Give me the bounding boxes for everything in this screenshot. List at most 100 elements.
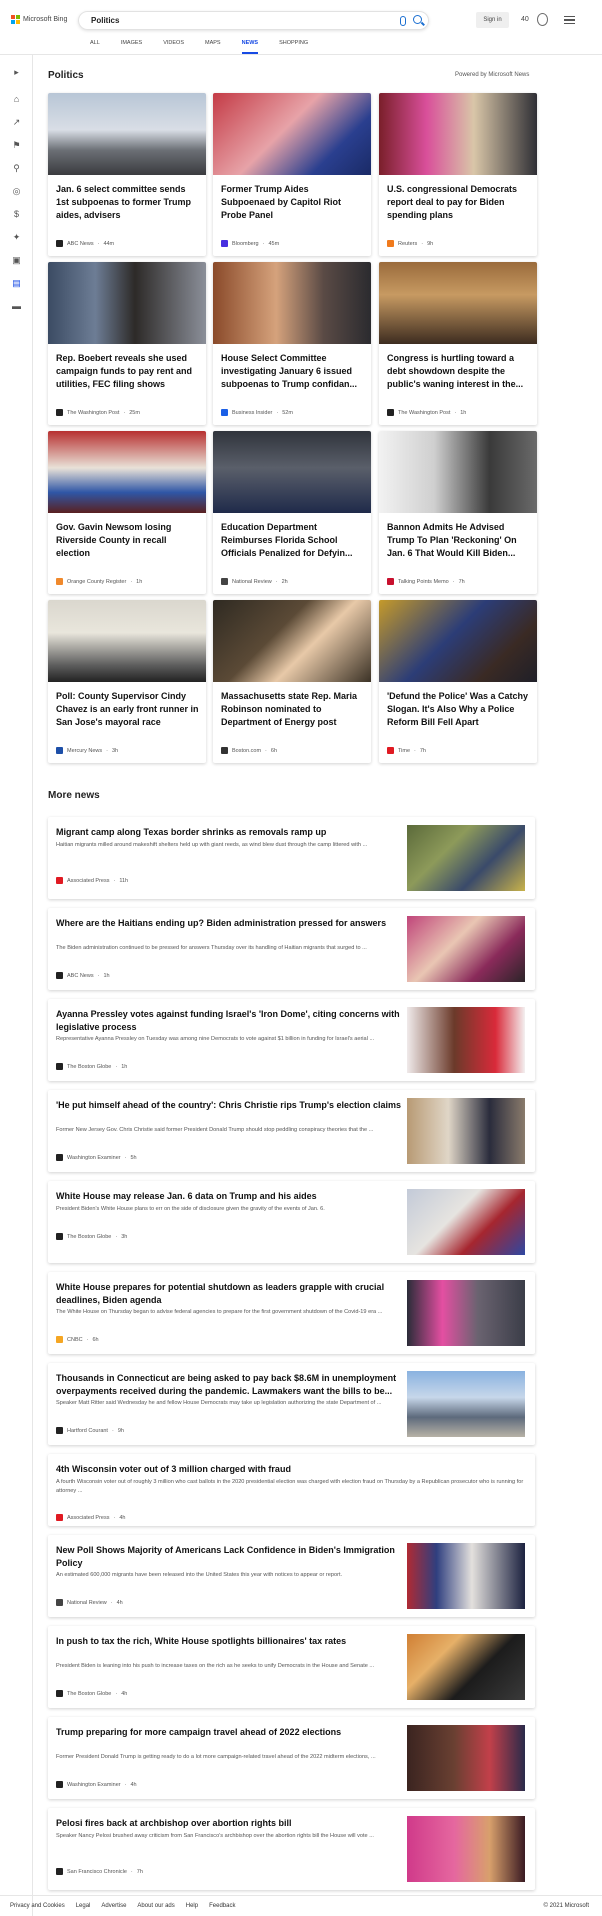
more-news-thumbnail[interactable] (407, 1816, 525, 1882)
more-news-title-link[interactable]: In push to tax the rich, White House spo… (56, 1635, 401, 1648)
more-news-thumbnail[interactable] (407, 1280, 525, 1346)
more-news-thumbnail[interactable] (407, 916, 525, 982)
search-input[interactable]: Politics (91, 16, 119, 25)
more-news-title-link[interactable]: New Poll Shows Majority of Americans Lac… (56, 1544, 401, 1570)
more-news-item[interactable]: White House prepares for potential shutd… (48, 1272, 535, 1354)
news-card-title[interactable]: Education Department Reimburses Florida … (221, 521, 365, 560)
news-card-title[interactable]: House Select Committee investigating Jan… (221, 352, 365, 391)
more-news-title-link[interactable]: Where are the Haitians ending up? Biden … (56, 917, 401, 930)
more-news-thumbnail[interactable] (407, 825, 525, 891)
news-card-title[interactable]: Massachusetts state Rep. Maria Robinson … (221, 690, 365, 729)
more-news-title-link[interactable]: Ayanna Pressley votes against funding Is… (56, 1008, 401, 1034)
tab-images[interactable]: IMAGES (121, 40, 142, 54)
tab-news[interactable]: NEWS (241, 40, 258, 54)
entertainment-icon[interactable]: ▣ (11, 255, 22, 266)
footer-link[interactable]: Privacy and Cookies (10, 1903, 65, 1909)
trending-icon[interactable]: ↗ (11, 117, 22, 128)
search-box[interactable]: Politics (78, 11, 429, 30)
news-card[interactable]: 'Defund the Police' Was a Catchy Slogan.… (379, 600, 537, 763)
rocket-icon[interactable]: ✦ (11, 232, 22, 243)
news-card-image[interactable] (48, 600, 206, 682)
hamburger-menu-icon[interactable] (564, 16, 575, 24)
more-news-thumbnail[interactable] (407, 1725, 525, 1791)
bing-logo[interactable]: Microsoft Bing (11, 15, 67, 24)
rewards-medal-icon[interactable] (537, 13, 548, 26)
news-card[interactable]: House Select Committee investigating Jan… (213, 262, 371, 425)
politics-icon[interactable]: ▤ (11, 278, 22, 289)
more-news-title-link[interactable]: 'He put himself ahead of the country': C… (56, 1099, 401, 1112)
news-card-image[interactable] (48, 93, 206, 175)
search-icon[interactable] (413, 15, 422, 24)
footer-link[interactable]: Legal (76, 1903, 91, 1909)
news-card-image[interactable] (213, 431, 371, 513)
footer-link[interactable]: About our ads (137, 1903, 174, 1909)
home-icon[interactable]: ⌂ (11, 94, 22, 105)
news-card-title[interactable]: U.S. congressional Democrats report deal… (387, 183, 531, 222)
news-card[interactable]: Jan. 6 select committee sends 1st subpoe… (48, 93, 206, 256)
microphone-icon[interactable] (400, 16, 406, 26)
news-card[interactable]: Bannon Admits He Advised Trump To Plan '… (379, 431, 537, 594)
footer-link[interactable]: Help (186, 1903, 198, 1909)
sign-in-button[interactable]: Sign in (476, 12, 509, 28)
expand-arrow-icon[interactable]: ▸ (11, 67, 22, 78)
more-news-thumbnail[interactable] (407, 1634, 525, 1700)
news-card-image[interactable] (379, 262, 537, 344)
rewards-points[interactable]: 40 (521, 16, 529, 23)
news-card[interactable]: Education Department Reimburses Florida … (213, 431, 371, 594)
more-news-thumbnail[interactable] (407, 1543, 525, 1609)
flag-icon[interactable]: ⚑ (11, 140, 22, 151)
globe-icon[interactable]: ◎ (11, 186, 22, 197)
tab-all[interactable]: ALL (90, 40, 100, 54)
location-pin-icon[interactable]: ⚲ (11, 163, 22, 174)
news-card-image[interactable] (379, 93, 537, 175)
more-news-item[interactable]: 'He put himself ahead of the country': C… (48, 1090, 535, 1172)
more-news-thumbnail[interactable] (407, 1371, 525, 1437)
news-card-title[interactable]: Congress is hurtling toward a debt showd… (387, 352, 531, 391)
news-card[interactable]: Congress is hurtling toward a debt showd… (379, 262, 537, 425)
more-news-title-link[interactable]: White House may release Jan. 6 data on T… (56, 1190, 401, 1203)
news-card-image[interactable] (213, 262, 371, 344)
news-card-image[interactable] (48, 431, 206, 513)
news-card[interactable]: Gov. Gavin Newsom losing Riverside Count… (48, 431, 206, 594)
more-news-item[interactable]: White House may release Jan. 6 data on T… (48, 1181, 535, 1263)
tab-videos[interactable]: VIDEOS (163, 40, 184, 54)
news-card[interactable]: Rep. Boebert reveals she used campaign f… (48, 262, 206, 425)
tab-maps[interactable]: MAPS (205, 40, 221, 54)
news-card-title[interactable]: Gov. Gavin Newsom losing Riverside Count… (56, 521, 200, 560)
news-card[interactable]: U.S. congressional Democrats report deal… (379, 93, 537, 256)
more-news-item[interactable]: Pelosi fires back at archbishop over abo… (48, 1808, 535, 1890)
news-card-title[interactable]: 'Defund the Police' Was a Catchy Slogan.… (387, 690, 531, 729)
news-card-title[interactable]: Bannon Admits He Advised Trump To Plan '… (387, 521, 531, 560)
news-card-title[interactable]: Poll: County Supervisor Cindy Chavez is … (56, 690, 200, 729)
footer-link[interactable]: Advertise (101, 1903, 126, 1909)
more-news-item[interactable]: Migrant camp along Texas border shrinks … (48, 817, 535, 899)
more-news-title-link[interactable]: Pelosi fires back at archbishop over abo… (56, 1817, 401, 1830)
news-card-image[interactable] (379, 431, 537, 513)
more-news-item[interactable]: Where are the Haitians ending up? Biden … (48, 908, 535, 990)
more-news-item[interactable]: 4th Wisconsin voter out of 3 million cha… (48, 1454, 535, 1526)
more-news-item[interactable]: Thousands in Connecticut are being asked… (48, 1363, 535, 1445)
more-news-title-link[interactable]: 4th Wisconsin voter out of 3 million cha… (56, 1463, 526, 1476)
news-card-title[interactable]: Former Trump Aides Subpoenaed by Capitol… (221, 183, 365, 222)
more-news-thumbnail[interactable] (407, 1007, 525, 1073)
more-news-title-link[interactable]: White House prepares for potential shutd… (56, 1281, 401, 1307)
news-card[interactable]: Massachusetts state Rep. Maria Robinson … (213, 600, 371, 763)
news-card-title[interactable]: Rep. Boebert reveals she used campaign f… (56, 352, 200, 391)
more-news-thumbnail[interactable] (407, 1189, 525, 1255)
news-card[interactable]: Poll: County Supervisor Cindy Chavez is … (48, 600, 206, 763)
news-card[interactable]: Former Trump Aides Subpoenaed by Capitol… (213, 93, 371, 256)
news-card-image[interactable] (213, 93, 371, 175)
tab-shopping[interactable]: SHOPPING (279, 40, 308, 54)
more-news-item[interactable]: Trump preparing for more campaign travel… (48, 1717, 535, 1799)
news-card-image[interactable] (213, 600, 371, 682)
more-news-title-link[interactable]: Migrant camp along Texas border shrinks … (56, 826, 401, 839)
more-news-item[interactable]: In push to tax the rich, White House spo… (48, 1626, 535, 1708)
more-news-thumbnail[interactable] (407, 1098, 525, 1164)
footer-link[interactable]: Feedback (209, 1903, 235, 1909)
more-news-title-link[interactable]: Trump preparing for more campaign travel… (56, 1726, 401, 1739)
news-card-image[interactable] (48, 262, 206, 344)
more-news-item[interactable]: New Poll Shows Majority of Americans Lac… (48, 1535, 535, 1617)
more-news-title-link[interactable]: Thousands in Connecticut are being asked… (56, 1372, 401, 1398)
news-card-title[interactable]: Jan. 6 select committee sends 1st subpoe… (56, 183, 200, 222)
news-card-image[interactable] (379, 600, 537, 682)
